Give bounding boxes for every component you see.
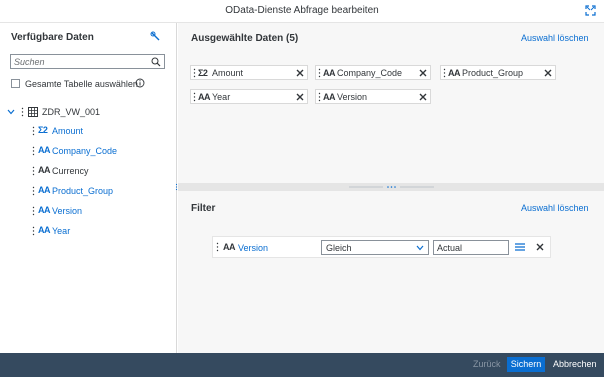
select-all-label: Gesamte Tabelle auswählen: [25, 79, 138, 89]
dimension-type-icon: AA: [448, 68, 461, 78]
selected-token-product-group[interactable]: AA Product_Group: [440, 65, 556, 80]
drag-handle-icon[interactable]: [318, 92, 321, 102]
remove-icon[interactable]: [296, 69, 304, 77]
table-icon: [28, 107, 38, 117]
tree-root-node[interactable]: ZDR_VW_001: [7, 106, 167, 118]
tree-root-label: ZDR_VW_001: [42, 107, 101, 117]
available-data-header: Verfügbare Daten: [11, 32, 94, 43]
filter-header: Filter: [191, 203, 216, 214]
selected-token-company-code[interactable]: AA Company_Code: [315, 65, 431, 80]
select-all-checkbox[interactable]: [11, 79, 20, 88]
dimension-type-icon: AA: [38, 145, 51, 155]
tree-item-label: Product_Group: [52, 186, 114, 196]
drag-handle-icon[interactable]: [193, 92, 196, 102]
drag-handle-icon[interactable]: [32, 126, 35, 136]
available-data-panel: Verfügbare Daten Gesamte Tabelle auswähl…: [0, 23, 177, 353]
selected-data-header: Ausgewählte Daten (5): [191, 33, 299, 44]
operator-value: Gleich: [326, 243, 352, 253]
remove-icon[interactable]: [296, 93, 304, 101]
dialog-footer: Zurück Sichern Abbrechen: [0, 353, 604, 377]
token-label: Version: [337, 92, 368, 102]
wrench-icon[interactable]: [150, 31, 161, 42]
drag-handle-icon[interactable]: [32, 146, 35, 156]
dimension-type-icon: AA: [198, 92, 211, 102]
token-label: Product_Group: [462, 68, 524, 78]
dimension-type-icon: AA: [38, 165, 51, 175]
token-label: Year: [212, 92, 231, 102]
search-icon[interactable]: [151, 57, 161, 67]
search-field[interactable]: [10, 54, 165, 69]
token-label: Company_Code: [337, 68, 403, 78]
dimension-type-icon: AA: [38, 225, 51, 235]
clear-selection-link[interactable]: Auswahl löschen: [521, 33, 589, 43]
dimension-type-icon: AA: [323, 68, 336, 78]
drag-handle-icon[interactable]: [21, 107, 24, 117]
splitter-handle-icon[interactable]: [349, 186, 434, 188]
tree-item-year[interactable]: AA Year: [32, 225, 172, 237]
drag-handle-icon[interactable]: [216, 242, 219, 252]
dimension-type-icon: AA: [223, 242, 236, 252]
selected-token-year[interactable]: AA Year: [190, 89, 308, 104]
clear-filter-link[interactable]: Auswahl löschen: [521, 203, 589, 213]
selected-token-amount[interactable]: Σ2 Amount: [190, 65, 308, 80]
value-help-list-icon[interactable]: [515, 242, 525, 252]
tree-item-label: Company_Code: [52, 146, 118, 156]
dimension-type-icon: AA: [38, 205, 51, 215]
token-label: Amount: [212, 68, 244, 78]
selected-token-version[interactable]: AA Version: [315, 89, 431, 104]
drag-handle-icon[interactable]: [318, 68, 321, 78]
remove-icon[interactable]: [419, 69, 427, 77]
drag-handle-icon[interactable]: [32, 206, 35, 216]
chevron-down-icon[interactable]: [416, 245, 424, 251]
drag-handle-icon[interactable]: [32, 226, 35, 236]
selected-data-panel: Ausgewählte Daten (5) Auswahl löschen Σ2…: [178, 23, 604, 183]
dialog-title: OData-Dienste Abfrage bearbeiten: [225, 5, 379, 16]
remove-icon[interactable]: [544, 69, 552, 77]
tree-item-label: Year: [52, 226, 71, 236]
dimension-type-icon: AA: [38, 185, 51, 195]
measure-type-icon: Σ2: [38, 125, 48, 135]
tree-item-label: Amount: [52, 126, 84, 136]
tree-item-product-group[interactable]: AA Product_Group: [32, 185, 172, 197]
search-input[interactable]: [14, 56, 144, 67]
filter-value-input[interactable]: [437, 242, 505, 253]
tree-item-amount[interactable]: Σ2 Amount: [32, 125, 172, 137]
operator-select[interactable]: Gleich: [321, 240, 429, 255]
tree-item-company-code[interactable]: AA Company_Code: [32, 145, 172, 157]
dialog-titlebar: OData-Dienste Abfrage bearbeiten: [0, 0, 604, 23]
filter-row-version: AA Version Gleich: [212, 236, 551, 258]
remove-icon[interactable]: [419, 93, 427, 101]
info-icon[interactable]: [135, 78, 145, 88]
tree-item-label: Currency: [52, 166, 89, 176]
remove-filter-icon[interactable]: [536, 243, 544, 251]
filter-field-label: Version: [238, 243, 269, 253]
drag-handle-icon[interactable]: [32, 186, 35, 196]
horizontal-splitter[interactable]: [178, 183, 604, 191]
tree-item-version[interactable]: AA Version: [32, 205, 172, 217]
back-button[interactable]: Zurück: [473, 359, 501, 369]
chevron-down-icon[interactable]: [7, 108, 15, 116]
cancel-button[interactable]: Abbrechen: [553, 359, 597, 369]
save-button[interactable]: Sichern: [507, 357, 545, 372]
dimension-type-icon: AA: [323, 92, 336, 102]
tree-item-label: Version: [52, 206, 83, 216]
measure-type-icon: Σ2: [198, 68, 208, 78]
tree-item-currency[interactable]: AA Currency: [32, 165, 172, 177]
drag-handle-icon[interactable]: [193, 68, 196, 78]
filter-value-field[interactable]: [433, 240, 509, 255]
fullscreen-icon[interactable]: [585, 5, 596, 16]
drag-handle-icon[interactable]: [32, 166, 35, 176]
drag-handle-icon[interactable]: [443, 68, 446, 78]
filter-panel: Filter Auswahl löschen AA Version Gleich: [178, 191, 604, 353]
